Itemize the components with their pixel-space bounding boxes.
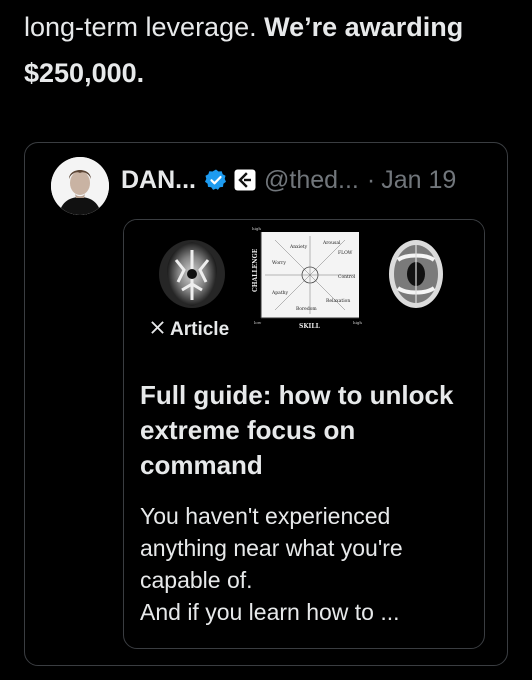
state-label: Relaxation — [326, 298, 350, 304]
y-low-label: low — [254, 320, 262, 325]
article-preview-card[interactable]: Arousal FLOW Anxiety Worry Control Apath… — [123, 219, 485, 649]
state-label: Anxiety — [289, 244, 308, 250]
state-label: Control — [338, 274, 356, 280]
article-badge-label: Article — [170, 319, 230, 340]
author-handle[interactable]: @thed... — [264, 166, 359, 195]
article-excerpt: You haven't experienced anything near wh… — [140, 503, 403, 625]
state-label: Worry — [272, 260, 286, 266]
brain-scan-right-icon — [389, 240, 443, 308]
separator-dot: · — [366, 165, 376, 194]
avatar[interactable] — [51, 157, 109, 215]
flow-diagram: Arousal FLOW Anxiety Worry Control Apath… — [252, 226, 362, 330]
x-high-label: high — [353, 320, 362, 325]
article-badge: Article — [150, 319, 229, 341]
post-text: long-term leverage. We’re awarding $250,… — [24, 4, 514, 96]
state-label: Arousal — [322, 240, 341, 246]
x-axis-label: SKILL — [299, 323, 321, 330]
quoted-post-header: DAN... @thed... · Jan 19 — [121, 163, 456, 197]
state-label: Apathy — [271, 290, 289, 296]
author-name[interactable]: DAN... — [121, 166, 196, 195]
quoted-post-card[interactable]: DAN... @thed... · Jan 19 Arousal FLOW An… — [24, 142, 508, 666]
post-date[interactable]: Jan 19 — [381, 166, 456, 195]
post-text-regular: long-term leverage. — [24, 12, 265, 42]
x-logo-icon — [150, 319, 165, 341]
y-high-label: high — [252, 226, 261, 231]
state-label: Boredom — [296, 306, 317, 312]
brain-scan-left-icon — [159, 240, 225, 308]
article-title[interactable]: Full guide: how to unlock extreme focus … — [140, 378, 480, 483]
affiliate-badge-icon — [234, 169, 256, 191]
state-label: FLOW — [338, 250, 353, 256]
verified-badge-icon — [204, 168, 228, 192]
y-axis-label: CHALLENGE — [252, 248, 259, 292]
